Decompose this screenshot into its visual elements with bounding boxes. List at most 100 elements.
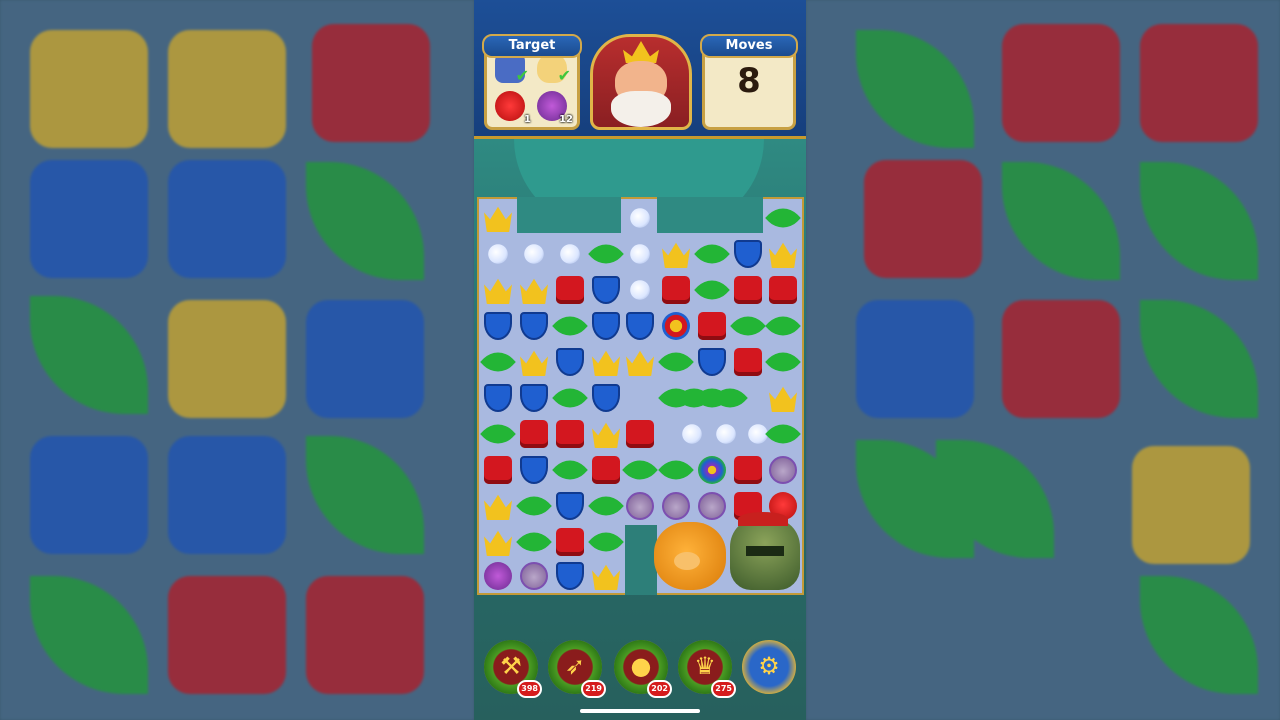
board-cell[interactable] xyxy=(516,488,552,524)
booster-count: 398 xyxy=(517,680,542,698)
board-cell[interactable] xyxy=(731,345,765,379)
hammer-booster[interactable]: ⚒ 398 xyxy=(484,640,542,698)
shield-piece xyxy=(592,384,620,412)
board-cell[interactable] xyxy=(589,381,623,415)
check-icon: ✔ xyxy=(515,66,529,85)
box-piece xyxy=(662,276,690,304)
board-cell[interactable] xyxy=(481,525,515,559)
golden-pig[interactable] xyxy=(654,522,726,590)
board-cell[interactable] xyxy=(481,201,515,235)
cannon-booster[interactable]: ● 202 xyxy=(614,640,672,698)
board-cell[interactable] xyxy=(516,524,552,560)
board-cell[interactable] xyxy=(766,453,800,487)
board-cell[interactable] xyxy=(622,452,658,488)
board-cell[interactable] xyxy=(766,273,800,307)
board-cell[interactable] xyxy=(553,559,587,593)
helmet-pig[interactable] xyxy=(730,512,800,590)
board-cell[interactable] xyxy=(481,381,515,415)
arrow-booster[interactable]: ➶ 219 xyxy=(548,640,606,698)
board-cell[interactable] xyxy=(589,559,623,593)
board-cell[interactable] xyxy=(659,309,693,343)
jester-booster[interactable]: ♛ 275 xyxy=(678,640,736,698)
board-cell[interactable] xyxy=(589,273,623,307)
board-cell[interactable] xyxy=(731,237,765,271)
board-cell[interactable] xyxy=(658,344,694,380)
shield-piece xyxy=(520,312,548,340)
board-cell[interactable] xyxy=(480,344,516,380)
pig-piece xyxy=(662,492,690,520)
board-cell[interactable] xyxy=(694,272,730,308)
board-cell[interactable] xyxy=(731,273,765,307)
board-cell[interactable] xyxy=(553,489,587,523)
board-cell[interactable] xyxy=(765,308,801,344)
board-cell[interactable] xyxy=(659,273,693,307)
board-cell[interactable] xyxy=(658,452,694,488)
board-cell[interactable] xyxy=(623,273,657,307)
board-cell[interactable] xyxy=(517,381,551,415)
light-ball-powerup xyxy=(698,456,726,484)
board-cell[interactable] xyxy=(709,417,743,451)
board-cell[interactable] xyxy=(766,381,800,415)
board-cell[interactable] xyxy=(481,237,515,271)
board-cell[interactable] xyxy=(588,524,624,560)
board-cell[interactable] xyxy=(694,236,730,272)
box-piece xyxy=(556,528,584,556)
board-cell[interactable] xyxy=(623,237,657,271)
board-cell[interactable] xyxy=(623,345,657,379)
board-cell[interactable] xyxy=(589,309,623,343)
board-cell[interactable] xyxy=(766,237,800,271)
leaf-piece xyxy=(552,452,588,488)
box-piece xyxy=(556,276,584,304)
board-cell[interactable] xyxy=(517,453,551,487)
board-cell[interactable] xyxy=(765,344,801,380)
board-cell[interactable] xyxy=(553,525,587,559)
board-cell[interactable] xyxy=(588,236,624,272)
leaf-piece xyxy=(765,200,801,236)
board-cell[interactable] xyxy=(553,237,587,271)
board-cell[interactable] xyxy=(552,452,588,488)
board-cell[interactable] xyxy=(517,345,551,379)
board-cell[interactable] xyxy=(589,417,623,451)
background-dim xyxy=(0,0,474,720)
board-cell[interactable] xyxy=(765,200,801,236)
board-cell[interactable] xyxy=(588,488,624,524)
board-cell[interactable] xyxy=(695,453,729,487)
board-cell[interactable] xyxy=(553,417,587,451)
board-cell[interactable] xyxy=(517,417,551,451)
board-cell[interactable] xyxy=(481,309,515,343)
home-indicator[interactable] xyxy=(580,709,700,713)
leaf-piece xyxy=(516,524,552,560)
board-cell[interactable] xyxy=(552,308,588,344)
board-cell[interactable] xyxy=(517,273,551,307)
board-cell[interactable] xyxy=(623,417,657,451)
board-cell[interactable] xyxy=(675,417,709,451)
board-cell[interactable] xyxy=(553,273,587,307)
board-cell[interactable] xyxy=(623,489,657,523)
crown-piece xyxy=(484,206,512,232)
board-cell[interactable] xyxy=(589,453,623,487)
board-cell[interactable] xyxy=(517,559,551,593)
board-cell[interactable] xyxy=(623,309,657,343)
board-cell[interactable] xyxy=(481,273,515,307)
crown-piece xyxy=(592,564,620,590)
board-cell[interactable] xyxy=(695,489,729,523)
settings-button[interactable]: ⚙ xyxy=(742,640,796,694)
board-cell[interactable] xyxy=(659,237,693,271)
board-cell[interactable] xyxy=(481,559,515,593)
board-cell[interactable] xyxy=(517,237,551,271)
board-cell[interactable] xyxy=(659,489,693,523)
board-cell[interactable] xyxy=(765,416,801,452)
board-cell[interactable] xyxy=(695,345,729,379)
board-cell[interactable] xyxy=(731,453,765,487)
board-cell[interactable] xyxy=(517,309,551,343)
board-cell[interactable] xyxy=(480,416,516,452)
board-cell[interactable] xyxy=(552,380,588,416)
board-cell[interactable] xyxy=(730,308,766,344)
board-cell[interactable] xyxy=(589,345,623,379)
board-cell[interactable] xyxy=(623,201,657,235)
board-cell[interactable] xyxy=(481,453,515,487)
board-cell[interactable] xyxy=(695,309,729,343)
board-cell[interactable] xyxy=(712,380,748,416)
board-cell[interactable] xyxy=(481,489,515,523)
board-cell[interactable] xyxy=(553,345,587,379)
